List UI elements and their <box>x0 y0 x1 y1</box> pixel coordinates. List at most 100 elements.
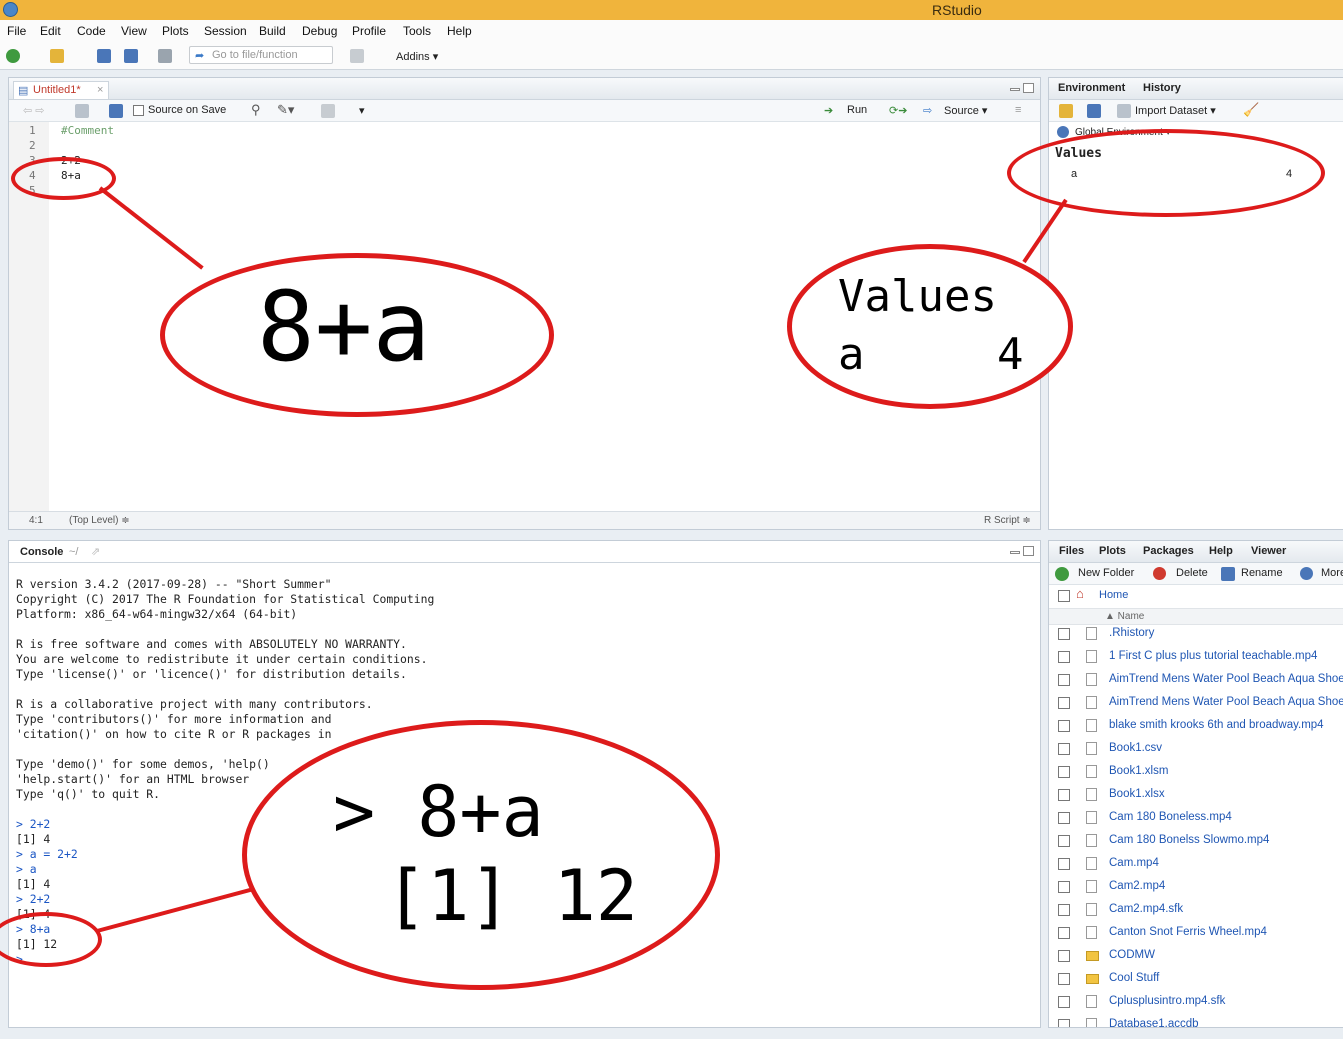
file-checkbox[interactable] <box>1058 996 1070 1008</box>
save-icon[interactable] <box>97 49 111 63</box>
source-on-save-checkbox[interactable] <box>133 105 144 116</box>
file-name-link[interactable]: Book1.xlsx <box>1109 788 1165 800</box>
open-project-icon[interactable] <box>50 49 64 63</box>
rerun-icon[interactable]: ⟳➔ <box>889 104 907 117</box>
file-row[interactable]: Book1.xlsx <box>1049 785 1343 808</box>
menu-build[interactable]: Build <box>259 24 286 38</box>
breadcrumb-home[interactable]: Home <box>1099 589 1128 601</box>
file-row[interactable]: AimTrend Mens Water Pool Beach Aqua Shoe <box>1049 670 1343 693</box>
delete-button[interactable]: Delete <box>1176 567 1208 579</box>
file-row[interactable]: Cam 180 Bonelss Slowmo.mp4 <box>1049 831 1343 854</box>
new-folder-button[interactable]: New Folder <box>1078 567 1134 579</box>
file-checkbox[interactable] <box>1058 904 1070 916</box>
tab-untitled1[interactable]: ▤ Untitled1* × <box>13 81 109 99</box>
file-name-link[interactable]: CODMW <box>1109 949 1155 961</box>
tab-help[interactable]: Help <box>1209 545 1233 557</box>
console-path[interactable]: ~/ <box>69 546 78 558</box>
menu-file[interactable]: File <box>7 24 26 38</box>
menu-session[interactable]: Session <box>204 24 247 38</box>
tab-history[interactable]: History <box>1143 82 1181 94</box>
minimize-icon[interactable] <box>1010 551 1020 554</box>
tab-viewer[interactable]: Viewer <box>1251 545 1286 557</box>
file-row[interactable]: Cam 180 Boneless.mp4 <box>1049 808 1343 831</box>
file-name-link[interactable]: Cam 180 Bonelss Slowmo.mp4 <box>1109 834 1269 846</box>
file-name-link[interactable]: .Rhistory <box>1109 627 1154 639</box>
file-checkbox[interactable] <box>1058 835 1070 847</box>
file-row[interactable]: Cam.mp4 <box>1049 854 1343 877</box>
print-icon[interactable] <box>158 49 172 63</box>
file-checkbox[interactable] <box>1058 697 1070 709</box>
rename-button[interactable]: Rename <box>1241 567 1283 579</box>
menu-edit[interactable]: Edit <box>40 24 61 38</box>
file-name-link[interactable]: Canton Snot Ferris Wheel.mp4 <box>1109 926 1267 938</box>
file-row[interactable]: 1 First C plus plus tutorial teachable.m… <box>1049 647 1343 670</box>
file-name-link[interactable]: AimTrend Mens Water Pool Beach Aqua Shoe <box>1109 673 1343 685</box>
minimize-icon[interactable] <box>1010 88 1020 91</box>
file-checkbox[interactable] <box>1058 858 1070 870</box>
source-button[interactable]: Source ▾ <box>944 104 987 117</box>
file-name-link[interactable]: Cam2.mp4.sfk <box>1109 903 1183 915</box>
file-row[interactable]: Cplusplusintro.mp4.sfk <box>1049 992 1343 1015</box>
code-tools-icon[interactable]: ✎▾ <box>277 102 294 118</box>
show-in-window-icon[interactable] <box>75 104 89 118</box>
code-line-comment[interactable]: #Comment <box>61 124 114 137</box>
menu-tools[interactable]: Tools <box>403 24 431 38</box>
goto-directory-icon[interactable]: ⇗ <box>91 545 100 558</box>
file-row[interactable]: Cam2.mp4.sfk <box>1049 900 1343 923</box>
file-name-link[interactable]: Cam 180 Boneless.mp4 <box>1109 811 1232 823</box>
maximize-icon[interactable] <box>1023 83 1034 93</box>
file-row[interactable]: CODMW <box>1049 946 1343 969</box>
tab-plots[interactable]: Plots <box>1099 545 1126 557</box>
file-checkbox[interactable] <box>1058 950 1070 962</box>
file-row[interactable]: Database1.accdb <box>1049 1015 1343 1027</box>
file-name-link[interactable]: Cam2.mp4 <box>1109 880 1165 892</box>
run-button[interactable]: Run <box>847 104 867 116</box>
file-name-link[interactable]: Cplusplusintro.mp4.sfk <box>1109 995 1225 1007</box>
file-checkbox[interactable] <box>1058 766 1070 778</box>
tab-files[interactable]: Files <box>1059 545 1084 557</box>
more-button[interactable]: More <box>1321 567 1343 579</box>
addins-menu[interactable]: Addins ▾ <box>396 50 438 63</box>
file-row[interactable]: Cam2.mp4 <box>1049 877 1343 900</box>
file-checkbox[interactable] <box>1058 812 1070 824</box>
close-icon[interactable]: × <box>97 84 103 96</box>
file-checkbox[interactable] <box>1058 720 1070 732</box>
save-all-icon[interactable] <box>124 49 138 63</box>
file-row[interactable]: Book1.xlsm <box>1049 762 1343 785</box>
menu-help[interactable]: Help <box>447 24 472 38</box>
file-checkbox[interactable] <box>1058 651 1070 663</box>
file-name-link[interactable]: blake smith krooks 6th and broadway.mp4 <box>1109 719 1324 731</box>
load-workspace-icon[interactable] <box>1059 104 1073 118</box>
import-dataset-button[interactable]: Import Dataset ▾ <box>1135 104 1216 117</box>
file-checkbox[interactable] <box>1058 1019 1070 1027</box>
file-checkbox[interactable] <box>1058 973 1070 985</box>
file-name-link[interactable]: Cool Stuff <box>1109 972 1159 984</box>
select-all-checkbox[interactable] <box>1058 590 1070 602</box>
file-checkbox[interactable] <box>1058 927 1070 939</box>
file-name-link[interactable]: Cam.mp4 <box>1109 857 1159 869</box>
tab-environment[interactable]: Environment <box>1058 82 1125 94</box>
file-name-link[interactable]: Book1.csv <box>1109 742 1162 754</box>
menu-code[interactable]: Code <box>77 24 106 38</box>
scope-selector[interactable]: (Top Level) ≑ <box>69 515 130 526</box>
compile-report-icon[interactable] <box>321 104 335 118</box>
outline-icon[interactable]: ≡ <box>1015 104 1021 116</box>
file-row[interactable]: AimTrend Mens Water Pool Beach Aqua Shoe <box>1049 693 1343 716</box>
file-name-link[interactable]: 1 First C plus plus tutorial teachable.m… <box>1109 650 1317 662</box>
file-row[interactable]: Cool Stuff <box>1049 969 1343 992</box>
file-checkbox[interactable] <box>1058 628 1070 640</box>
grid-layout-icon[interactable] <box>350 49 364 63</box>
file-row[interactable]: .Rhistory <box>1049 624 1343 647</box>
file-name-link[interactable]: Book1.xlsm <box>1109 765 1168 777</box>
more-chevron-icon[interactable]: ▾ <box>359 104 365 117</box>
file-checkbox[interactable] <box>1058 881 1070 893</box>
tab-packages[interactable]: Packages <box>1143 545 1194 557</box>
file-row[interactable]: blake smith krooks 6th and broadway.mp4 <box>1049 716 1343 739</box>
back-forward-icon[interactable]: ⇦ ⇨ <box>23 104 45 117</box>
file-row[interactable]: Book1.csv <box>1049 739 1343 762</box>
menu-plots[interactable]: Plots <box>162 24 189 38</box>
save-workspace-icon[interactable] <box>1087 104 1101 118</box>
file-type-selector[interactable]: R Script ≑ <box>984 515 1031 526</box>
menu-profile[interactable]: Profile <box>352 24 386 38</box>
file-checkbox[interactable] <box>1058 789 1070 801</box>
